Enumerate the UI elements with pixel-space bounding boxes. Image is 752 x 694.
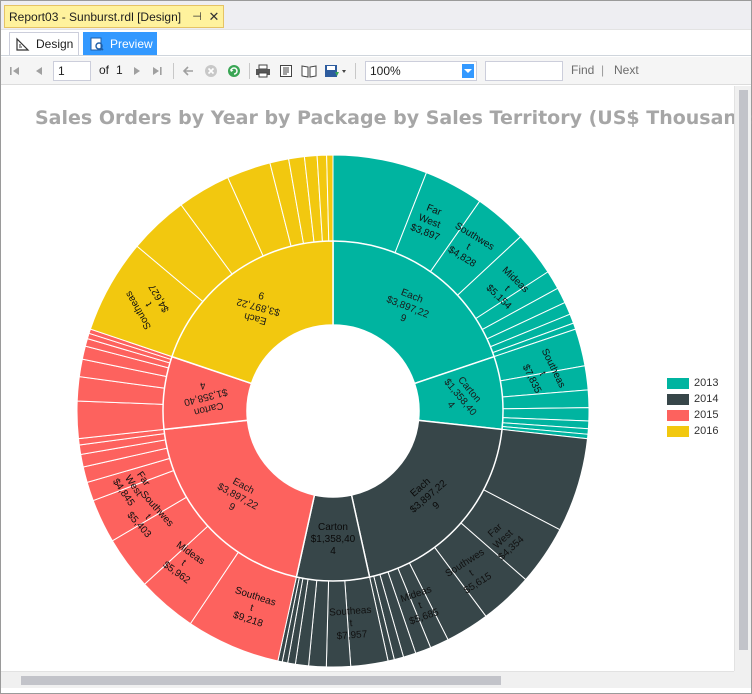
horizontal-scroll-thumb[interactable] [21, 676, 501, 685]
document-tab-title: Report03 - Sunburst.rdl [Design] [9, 9, 182, 24]
last-page-icon[interactable] [149, 61, 165, 81]
legend-label: 2016 [694, 425, 719, 437]
legend-item: 2016 [667, 423, 718, 439]
chart-legend: 2013 2014 2015 2016 [667, 375, 718, 439]
find-next-button[interactable]: Next [614, 63, 639, 77]
find-input[interactable] [485, 61, 563, 81]
preview-report-icon [90, 37, 104, 51]
next-page-icon[interactable] [129, 61, 145, 81]
report-designer-window: Report03 - Sunburst.rdl [Design] ⊣ ✕ Des… [0, 0, 752, 694]
legend-swatch [667, 377, 689, 389]
scrollbar-corner [734, 671, 751, 688]
current-page-input[interactable]: 1 [53, 61, 91, 81]
zoom-select[interactable]: 100% [365, 61, 477, 81]
legend-item: 2014 [667, 391, 718, 407]
page-setup-icon[interactable] [300, 61, 318, 81]
vertical-scroll-thumb[interactable] [739, 90, 748, 650]
sunburst-chart: Each$3,897,229Carton$1,358,404Each$3,897… [76, 154, 590, 668]
legend-label: 2013 [694, 377, 719, 389]
toolbar-separator [355, 63, 356, 79]
legend-item: 2013 [667, 375, 718, 391]
print-icon[interactable] [254, 61, 272, 81]
back-icon[interactable] [179, 61, 197, 81]
document-tab[interactable]: Report03 - Sunburst.rdl [Design] ⊣ ✕ [4, 5, 224, 28]
close-icon[interactable]: ✕ [205, 9, 223, 25]
chart-title: Sales Orders by Year by Package by Sales… [35, 107, 752, 129]
legend-swatch [667, 409, 689, 421]
tab-design[interactable]: Design [9, 32, 79, 55]
legend-swatch [667, 393, 689, 405]
page-of-label: of [99, 63, 110, 77]
document-tab-bar: Report03 - Sunburst.rdl [Design] ⊣ ✕ [1, 1, 751, 30]
tab-design-label: Design [36, 37, 74, 51]
toolbar-separator [249, 63, 250, 79]
export-dropdown-icon[interactable] [323, 61, 349, 81]
horizontal-scrollbar[interactable] [1, 671, 734, 688]
toolbar-separator [173, 63, 174, 79]
legend-swatch [667, 425, 689, 437]
total-pages: 1 [116, 63, 123, 77]
find-separator: | [601, 63, 605, 77]
legend-label: 2015 [694, 409, 719, 421]
previous-page-icon[interactable] [31, 61, 47, 81]
first-page-icon[interactable] [7, 61, 23, 81]
refresh-icon[interactable] [225, 61, 243, 81]
print-layout-icon[interactable] [277, 61, 295, 81]
design-ruler-icon [16, 37, 30, 51]
find-button[interactable]: Find [571, 63, 594, 77]
view-tab-bar: Design Preview [1, 30, 751, 56]
legend-item: 2015 [667, 407, 718, 423]
sunburst-center [247, 325, 419, 497]
legend-label: 2014 [694, 393, 719, 405]
pin-icon[interactable]: ⊣ [189, 10, 205, 23]
vertical-scrollbar[interactable] [734, 86, 751, 671]
report-viewer-toolbar: 1 of 1 100% Find | Next [1, 57, 751, 85]
zoom-value: 100% [370, 64, 401, 78]
tab-preview[interactable]: Preview [83, 32, 157, 55]
stop-icon[interactable] [202, 61, 220, 81]
chevron-down-icon[interactable] [462, 64, 474, 78]
tab-preview-label: Preview [110, 36, 153, 51]
